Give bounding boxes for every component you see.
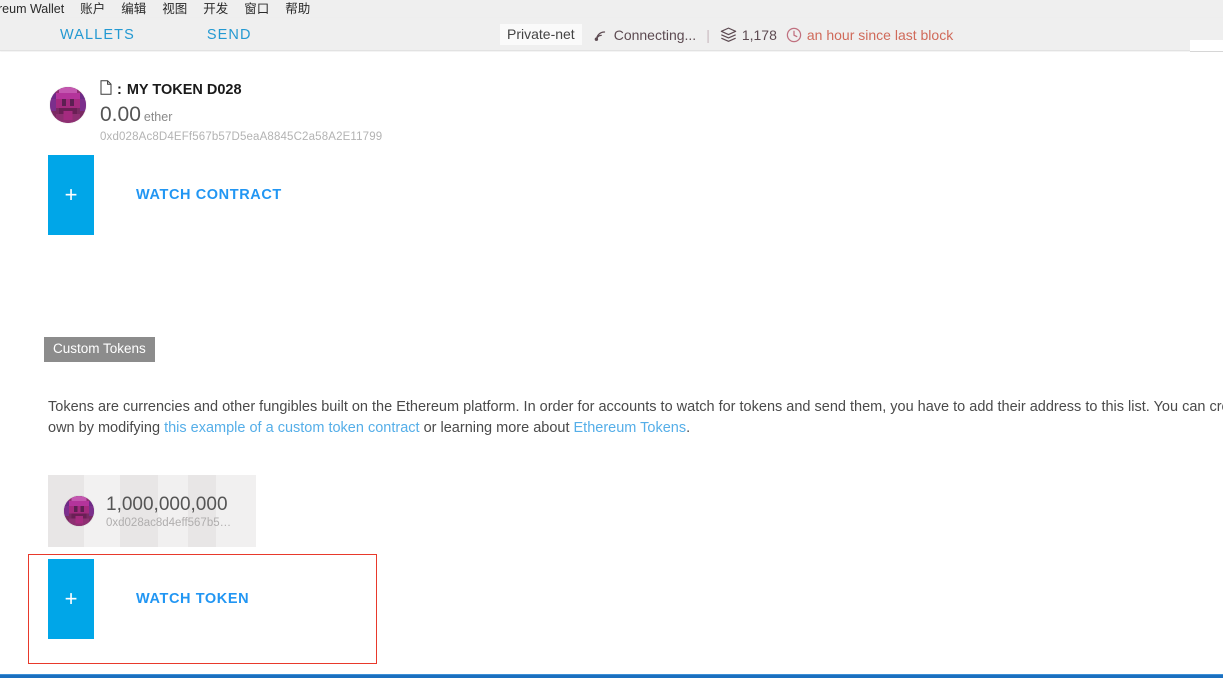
block-count-group: 1,178: [720, 27, 777, 43]
watch-contract-label[interactable]: WATCH CONTRACT: [136, 187, 282, 203]
custom-token-contract-link[interactable]: this example of a custom token contract: [164, 420, 420, 436]
account-summary[interactable]: : MY TOKEN D028 0.00 ether 0xd028Ac8D4EFf…: [50, 80, 382, 143]
token-meta: 1,000,000,000 0xd028ac8d4eff567b5…: [106, 493, 231, 529]
last-block-group: an hour since last block: [786, 27, 953, 43]
menu-item-view[interactable]: 视图: [154, 0, 195, 18]
custom-tokens-badge: Custom Tokens: [44, 337, 155, 362]
last-block-label: an hour since last block: [806, 26, 954, 43]
description-text-2: or learning more about: [419, 420, 574, 436]
nav-send[interactable]: SEND: [207, 27, 252, 43]
menu-item-accounts[interactable]: 账户: [72, 0, 113, 18]
account-info: : MY TOKEN D028 0.00 ether 0xd028Ac8D4EFf…: [100, 80, 382, 143]
account-balance-unit: ether: [143, 110, 173, 124]
ethereum-tokens-link[interactable]: Ethereum Tokens: [574, 420, 687, 436]
menu-item-develop[interactable]: 开发: [195, 0, 236, 18]
network-badge[interactable]: Private-net: [500, 24, 582, 45]
nav-wallets[interactable]: WALLETS: [60, 27, 135, 43]
token-card[interactable]: 1,000,000,000 0xd028ac8d4eff567b5…: [48, 475, 256, 547]
menu-item-edit[interactable]: 编辑: [113, 0, 154, 18]
app-window: reum Wallet 账户 编辑 视图 开发 窗口 帮助 WALLETS SE…: [0, 0, 1223, 678]
nav-links: WALLETS SEND: [60, 18, 252, 51]
custom-tokens-description: Tokens are currencies and other fungible…: [48, 397, 1223, 439]
watch-contract-action[interactable]: + WATCH CONTRACT: [48, 155, 282, 235]
account-balance-value: 0.00: [100, 103, 141, 126]
connection-label: Connecting...: [613, 26, 697, 43]
menu-item-window[interactable]: 窗口: [236, 0, 277, 18]
menu-item-help[interactable]: 帮助: [277, 0, 318, 18]
identicon-avatar: [50, 87, 86, 123]
watch-token-action[interactable]: + WATCH TOKEN: [48, 559, 249, 639]
app-nav-bar: WALLETS SEND Private-net Connecting... |…: [0, 18, 1223, 51]
menu-app-name[interactable]: reum Wallet: [0, 0, 72, 18]
account-title: : MY TOKEN D028: [100, 80, 382, 100]
identicon-avatar: [64, 496, 94, 526]
block-count-label: 1,178: [741, 26, 777, 43]
plus-icon[interactable]: +: [48, 155, 94, 235]
stacked-layers-icon: [720, 27, 737, 43]
account-separator: :: [117, 82, 122, 98]
os-taskbar: [0, 674, 1223, 678]
status-bar: Private-net Connecting... | 1,178 an hou…: [500, 18, 962, 51]
account-address: 0xd028Ac8D4EFf567b57D5eaA8845C2a58A2E117…: [100, 131, 383, 143]
main-content: : MY TOKEN D028 0.00 ether 0xd028Ac8D4EFf…: [0, 52, 1223, 678]
status-separator: |: [706, 26, 710, 43]
connection-status: Connecting...: [592, 26, 697, 43]
plus-icon[interactable]: +: [48, 559, 94, 639]
token-address: 0xd028ac8d4eff567b5…: [106, 517, 232, 529]
document-icon: [100, 80, 112, 100]
scrollbar-thumb[interactable]: [1190, 40, 1223, 51]
token-amount: 1,000,000,000: [106, 494, 228, 515]
description-text-3: .: [686, 420, 691, 436]
os-menu-bar: reum Wallet 账户 编辑 视图 开发 窗口 帮助: [0, 0, 1223, 18]
account-name: MY TOKEN D028: [126, 82, 242, 98]
watch-token-label[interactable]: WATCH TOKEN: [136, 591, 249, 607]
rss-signal-icon: [592, 27, 609, 42]
account-balance: 0.00 ether: [100, 102, 382, 130]
clock-icon: [786, 27, 802, 43]
